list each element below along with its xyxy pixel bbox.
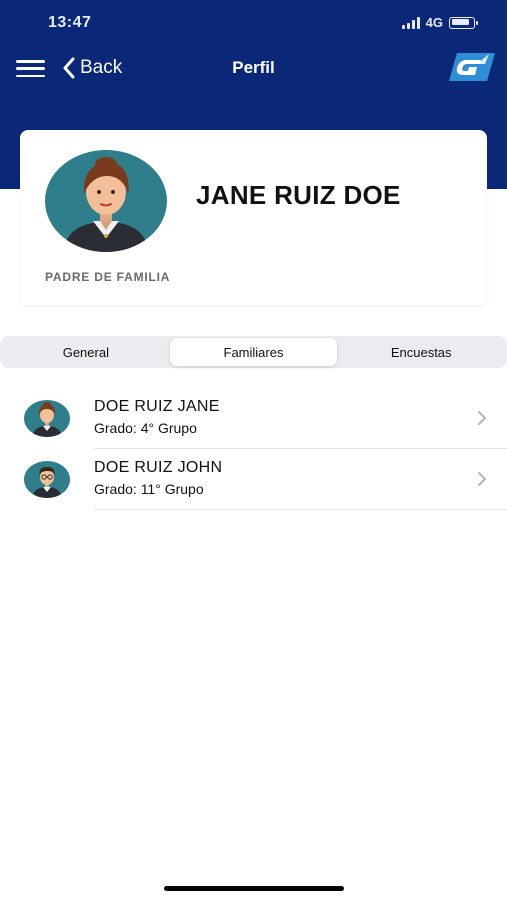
girl-avatar-icon — [24, 400, 70, 437]
divider — [94, 509, 507, 510]
battery-icon — [449, 16, 478, 29]
family-member-name: DOE RUIZ JOHN — [94, 459, 223, 476]
status-time: 13:47 — [48, 14, 92, 31]
app-logo-icon — [449, 53, 495, 81]
home-indicator[interactable] — [164, 886, 344, 891]
boy-avatar-icon — [24, 461, 70, 498]
list-item[interactable]: DOE RUIZ JANE Grado: 4° Grupo — [0, 388, 507, 449]
list-item[interactable]: DOE RUIZ JOHN Grado: 11° Grupo — [0, 449, 507, 510]
profile-role: PADRE DE FAMILIA — [45, 270, 171, 284]
network-type: 4G — [425, 15, 443, 30]
status-indicators: 4G — [401, 15, 478, 30]
profile-name: JANE RUIZ DOE — [196, 180, 401, 210]
status-bar: 13:47 4G — [0, 0, 507, 46]
tab-general[interactable]: General — [2, 338, 170, 366]
navigation-bar: Back Perfil — [0, 46, 507, 90]
page-title: Perfil — [232, 58, 275, 77]
tab-familiares[interactable]: Familiares — [169, 338, 338, 366]
woman-avatar-icon — [45, 150, 167, 252]
profile-card: JANE RUIZ DOE PADRE DE FAMILIA — [20, 130, 487, 305]
chevron-right-icon — [478, 472, 486, 486]
signal-icon — [401, 16, 420, 29]
family-member-grade: Grado: 4° Grupo — [94, 420, 197, 436]
tab-selector: General Familiares Encuestas — [0, 336, 507, 368]
tab-encuestas[interactable]: Encuestas — [337, 338, 505, 366]
family-member-grade: Grado: 11° Grupo — [94, 481, 204, 497]
chevron-right-icon — [478, 411, 486, 425]
family-list: DOE RUIZ JANE Grado: 4° Grupo DOE RUIZ J… — [0, 388, 507, 510]
family-member-name: DOE RUIZ JANE — [94, 398, 220, 415]
